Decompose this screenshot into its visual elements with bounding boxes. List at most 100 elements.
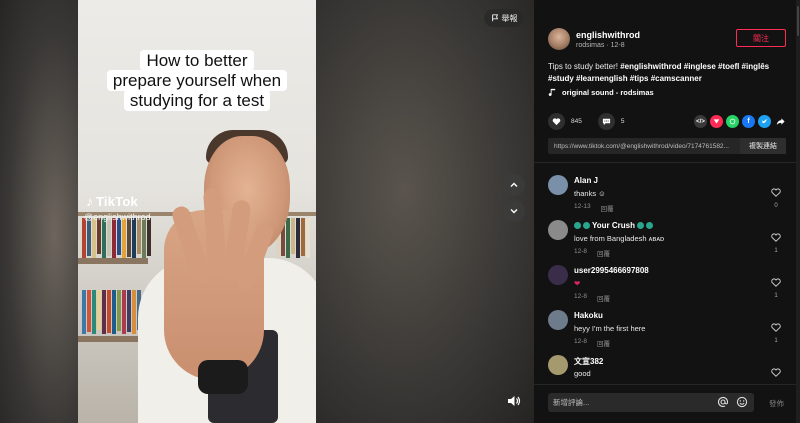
comment-date: 12-13 xyxy=(574,203,591,210)
repost-icon[interactable] xyxy=(710,115,723,128)
scrollbar-thumb[interactable] xyxy=(797,6,799,36)
comment-author[interactable]: user2995466697808 xyxy=(574,266,649,275)
globe-emoji-icon xyxy=(583,222,590,229)
share-icons: </> f xyxy=(694,115,787,128)
author-avatar[interactable] xyxy=(548,28,570,50)
description-text: Tips to study better! xyxy=(548,62,618,71)
comment-meta: 12-13 回覆 xyxy=(574,203,614,213)
report-button[interactable]: 舉報 xyxy=(484,9,524,27)
tiktok-watermark: ♪ TikTok xyxy=(86,193,138,209)
author-info[interactable]: englishwithrod rodsimas · 12-8 xyxy=(548,28,640,50)
copy-link-button[interactable]: 複製連結 xyxy=(740,138,786,154)
facebook-icon[interactable]: f xyxy=(742,115,755,128)
comment-item: Your Crush love from Bangladesh ᴀʙᴀᴅ 12-… xyxy=(548,220,788,264)
comment-avatar[interactable] xyxy=(548,220,568,240)
heart-icon xyxy=(552,118,561,126)
whatsapp-icon[interactable] xyxy=(726,115,739,128)
comment-like-button[interactable] xyxy=(769,364,783,382)
speaker-icon xyxy=(508,396,521,406)
heart-outline-icon xyxy=(771,323,781,332)
tiktok-logo-icon: ♪ xyxy=(86,193,93,209)
comment-avatar[interactable] xyxy=(548,310,568,330)
chevron-up-icon xyxy=(510,182,518,187)
comment-author[interactable]: Alan J xyxy=(574,176,598,185)
comment-text: good xyxy=(574,369,591,378)
reply-button[interactable]: 回覆 xyxy=(597,293,610,303)
comment-item: Alan J thanks ☺ 12-13 回覆 0 xyxy=(548,175,788,219)
comment-author[interactable]: 文宣382 xyxy=(574,356,603,367)
comment-button[interactable] xyxy=(597,113,615,130)
comment-count: 5 xyxy=(620,118,625,125)
at-mention-icon[interactable] xyxy=(717,396,729,408)
video-blur-background-right xyxy=(316,0,534,423)
next-video-button[interactable] xyxy=(503,200,525,222)
composer-icons xyxy=(717,396,748,408)
comment-meta: 12-8 回覆 xyxy=(574,293,610,303)
previous-video-button[interactable] xyxy=(503,174,525,196)
comment-text: thanks ☺ xyxy=(574,189,606,198)
comment-avatar[interactable] xyxy=(548,355,568,375)
sound-label: original sound - rodsimas xyxy=(562,88,654,97)
comment-author[interactable]: Your Crush xyxy=(592,221,635,230)
comment-meta: 12-8 回覆 xyxy=(574,338,610,348)
video-caption-line: prepare yourself when xyxy=(78,70,316,91)
comment-like-count: 1 xyxy=(774,293,778,299)
comment-like-button[interactable]: 1 xyxy=(769,229,783,254)
comment-like-button[interactable]: 0 xyxy=(769,184,783,209)
comment-bubble-icon xyxy=(602,118,610,126)
comment-date: 12-8 xyxy=(574,293,588,300)
comment-like-button[interactable]: 1 xyxy=(769,274,783,299)
comment-like-count: 1 xyxy=(774,338,778,344)
tiktok-watermark-brand: TikTok xyxy=(96,193,138,209)
comment-date: 12-8 xyxy=(574,338,588,345)
report-label: 舉報 xyxy=(501,13,518,23)
sound-link[interactable]: original sound - rodsimas xyxy=(548,88,654,97)
comment-composer: 新增評論... 發佈 xyxy=(534,384,796,423)
comment-date: 12-8 xyxy=(574,248,588,255)
divider xyxy=(534,162,796,163)
embed-icon[interactable]: </> xyxy=(694,115,707,128)
comment-like-count: 0 xyxy=(774,203,778,209)
flag-icon xyxy=(491,14,498,22)
author-meta: rodsimas · 12-8 xyxy=(576,41,625,49)
video-link-url[interactable]: https://www.tiktok.com/@englishwithrod/v… xyxy=(548,143,740,150)
volume-button[interactable] xyxy=(504,391,524,411)
reply-button[interactable]: 回覆 xyxy=(597,338,610,348)
share-arrow-icon[interactable] xyxy=(774,115,787,128)
tiktok-watermark-handle: @englishwithrod xyxy=(84,212,151,222)
comment-text: ❤ xyxy=(574,279,581,288)
comment-item: user2995466697808 ❤ 12-8 回覆 1 xyxy=(548,265,788,309)
comment-avatar[interactable] xyxy=(548,265,568,285)
like-count: 845 xyxy=(571,118,582,125)
emoji-icon[interactable] xyxy=(736,396,748,408)
video-caption-line: How to better xyxy=(78,50,316,71)
globe-emoji-icon xyxy=(636,222,644,229)
heart-outline-icon xyxy=(771,188,781,197)
video-link-box[interactable]: https://www.tiktok.com/@englishwithrod/v… xyxy=(548,138,786,154)
globe-emoji-icon xyxy=(574,222,581,229)
chevron-down-icon xyxy=(510,209,518,214)
comment-input[interactable]: 新增評論... xyxy=(548,393,754,412)
twitter-icon[interactable] xyxy=(758,115,771,128)
author-username[interactable]: englishwithrod xyxy=(576,30,640,40)
comment-meta: 12-8 回覆 xyxy=(574,248,610,258)
reply-button[interactable]: 回覆 xyxy=(597,248,610,258)
scrollbar-track[interactable] xyxy=(796,0,800,423)
reply-button[interactable]: 回覆 xyxy=(601,203,614,213)
music-note-icon xyxy=(548,88,556,96)
heart-outline-icon xyxy=(771,278,781,287)
like-button[interactable] xyxy=(548,113,565,130)
comment-text: heyy I'm the first here xyxy=(574,324,646,333)
bookshelf xyxy=(78,336,138,342)
heart-outline-icon xyxy=(771,368,781,377)
comment-author-row[interactable]: Your Crush xyxy=(574,221,653,230)
video-description: Tips to study better! #englishwithrod #i… xyxy=(548,61,788,85)
comment-avatar[interactable] xyxy=(548,175,568,195)
comment-like-button[interactable]: 1 xyxy=(769,319,783,344)
video-blur-background-left xyxy=(0,0,78,423)
post-comment-button[interactable]: 發佈 xyxy=(769,398,784,409)
follow-button[interactable]: 關注 xyxy=(736,29,786,47)
video-frame[interactable]: How to better prepare yourself when stud… xyxy=(78,0,316,423)
comment-author[interactable]: Hakoku xyxy=(574,311,603,320)
video-stage[interactable]: How to better prepare yourself when stud… xyxy=(0,0,534,423)
